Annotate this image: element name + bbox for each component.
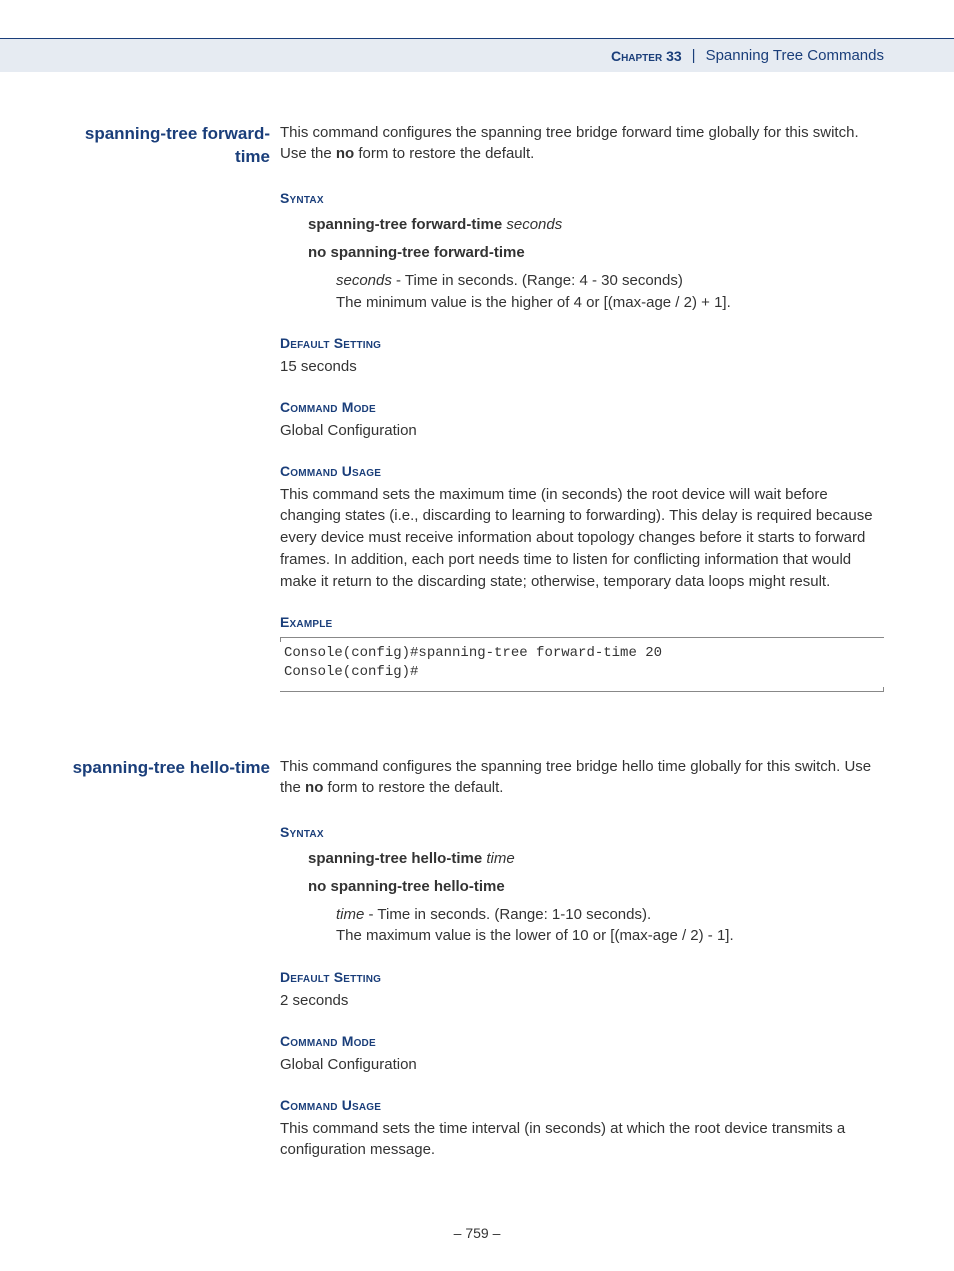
command-mode-heading: Command Mode (280, 1031, 884, 1051)
page-content: spanning-tree forward-time This command … (0, 72, 954, 1271)
syntax-line: spanning-tree hello-time time (308, 848, 884, 870)
command-mode-heading: Command Mode (280, 397, 884, 417)
syntax-lines: spanning-tree hello-time time no spannin… (280, 848, 884, 947)
chapter-title: Spanning Tree Commands (706, 47, 884, 64)
arg-name: time (336, 906, 364, 923)
command-mode-value: Global Configuration (280, 420, 884, 442)
intro-bold: no (305, 779, 323, 796)
header-divider: | (692, 47, 696, 64)
syntax-block: Syntax spanning-tree forward-time second… (280, 188, 884, 313)
top-margin (0, 0, 954, 38)
arg-line2: The minimum value is the higher of 4 or … (336, 294, 731, 311)
command-mode-value: Global Configuration (280, 1054, 884, 1076)
arg-text: - Time in seconds. (Range: 4 - 30 second… (392, 272, 683, 289)
example-block: Example Console(config)#spanning-tree fo… (280, 612, 884, 691)
example-code: Console(config)#spanning-tree forward-ti… (280, 637, 884, 692)
command-name-margin: spanning-tree forward-time (70, 122, 280, 712)
arg-text: - Time in seconds. (Range: 1-10 seconds)… (364, 906, 651, 923)
command-description: This command configures the spanning tre… (280, 756, 884, 798)
command-name: spanning-tree hello-time (73, 758, 270, 777)
arg-name: seconds (336, 272, 392, 289)
default-setting-value: 2 seconds (280, 990, 884, 1012)
syntax-cmd: spanning-tree hello-time (308, 850, 482, 867)
chapter-label: Chapter 33 (611, 48, 682, 64)
command-name: spanning-tree forward-time (85, 124, 270, 166)
syntax-arg: time (486, 850, 514, 867)
page-number: – 759 – (70, 1225, 884, 1241)
syntax-heading: Syntax (280, 188, 884, 208)
syntax-cmd: no spanning-tree hello-time (308, 878, 505, 895)
command-entry: spanning-tree hello-time This command co… (70, 756, 884, 1181)
command-usage-block: Command Usage This command sets the maxi… (280, 461, 884, 592)
intro-text-b: form to restore the default. (323, 779, 503, 796)
command-body: This command configures the spanning tre… (280, 122, 884, 712)
syntax-cmd: spanning-tree forward-time (308, 216, 502, 233)
default-setting-block: Default Setting 15 seconds (280, 333, 884, 377)
argument-description: time - Time in seconds. (Range: 1-10 sec… (308, 904, 884, 948)
command-entry: spanning-tree forward-time This command … (70, 122, 884, 712)
command-body: This command configures the spanning tre… (280, 756, 884, 1181)
syntax-block: Syntax spanning-tree hello-time time no … (280, 822, 884, 947)
default-setting-heading: Default Setting (280, 967, 884, 987)
command-mode-block: Command Mode Global Configuration (280, 1031, 884, 1075)
syntax-line: no spanning-tree hello-time (308, 876, 884, 898)
intro-text-b: form to restore the default. (354, 145, 534, 162)
example-heading: Example (280, 612, 884, 632)
command-usage-block: Command Usage This command sets the time… (280, 1095, 884, 1161)
chapter-word: Chapter (611, 48, 662, 64)
command-usage-heading: Command Usage (280, 1095, 884, 1115)
default-setting-heading: Default Setting (280, 333, 884, 353)
command-name-margin: spanning-tree hello-time (70, 756, 280, 1181)
chapter-number: 33 (666, 48, 682, 64)
command-usage-text: This command sets the time interval (in … (280, 1118, 884, 1162)
argument-description: seconds - Time in seconds. (Range: 4 - 3… (308, 270, 884, 314)
command-usage-text: This command sets the maximum time (in s… (280, 484, 884, 593)
arg-line2: The maximum value is the lower of 10 or … (336, 927, 734, 944)
command-mode-block: Command Mode Global Configuration (280, 397, 884, 441)
syntax-line: no spanning-tree forward-time (308, 242, 884, 264)
syntax-cmd: no spanning-tree forward-time (308, 244, 525, 261)
page-header: Chapter 33 | Spanning Tree Commands (0, 38, 954, 72)
syntax-line: spanning-tree forward-time seconds (308, 214, 884, 236)
syntax-arg: seconds (506, 216, 562, 233)
intro-bold: no (336, 145, 354, 162)
command-description: This command configures the spanning tre… (280, 122, 884, 164)
command-usage-heading: Command Usage (280, 461, 884, 481)
syntax-lines: spanning-tree forward-time seconds no sp… (280, 214, 884, 313)
default-setting-block: Default Setting 2 seconds (280, 967, 884, 1011)
default-setting-value: 15 seconds (280, 356, 884, 378)
syntax-heading: Syntax (280, 822, 884, 842)
